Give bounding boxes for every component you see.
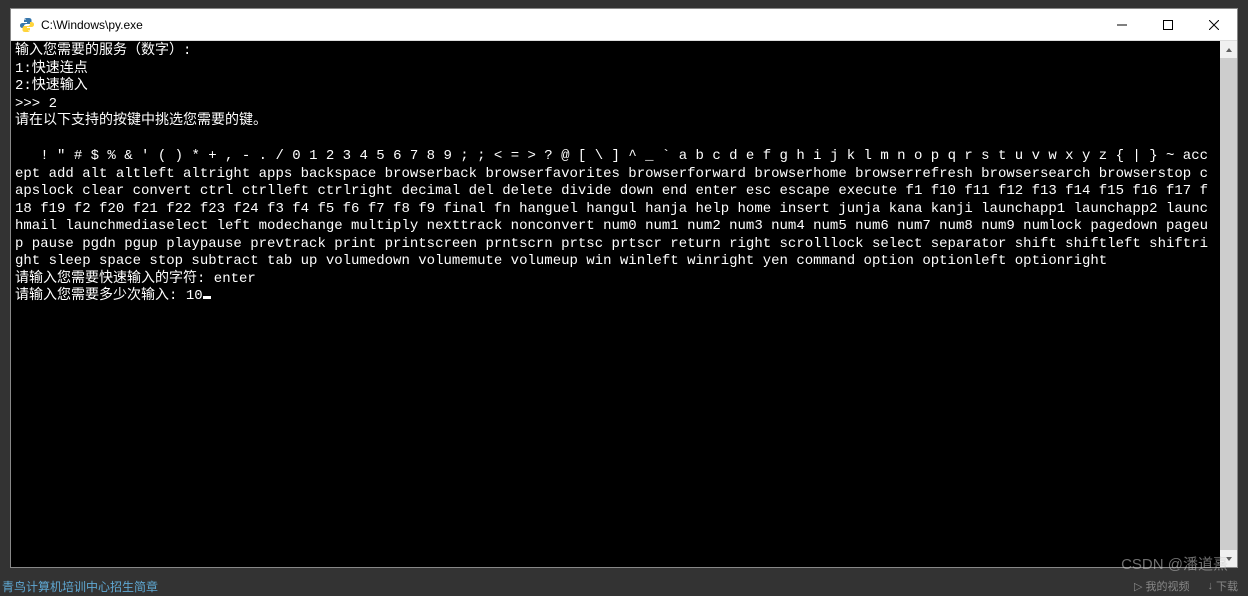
line-count-label: 请输入您需要多少次输入: bbox=[15, 288, 186, 304]
vertical-scrollbar[interactable] bbox=[1220, 41, 1237, 567]
cursor bbox=[203, 296, 211, 299]
window-controls bbox=[1099, 9, 1237, 41]
console-output[interactable]: 输入您需要的服务（数字）: 1:快速连点 2:快速输入 >>> 2 请在以下支持… bbox=[11, 41, 1220, 567]
scroll-thumb[interactable] bbox=[1220, 58, 1237, 550]
python-icon bbox=[19, 17, 35, 33]
taskbar-left-text[interactable]: 青鸟计算机培训中心招生简章 bbox=[0, 578, 158, 595]
taskbar-right: ▷ 我的视频 ↓ 下载 bbox=[1134, 578, 1238, 594]
taskbar-download[interactable]: ↓ 下载 bbox=[1208, 578, 1239, 594]
line-char-prompt: 请输入您需要快速输入的字符: enter bbox=[15, 271, 256, 287]
line-option-2: 2:快速输入 bbox=[15, 78, 88, 94]
line-service-prompt: 输入您需要的服务（数字）: bbox=[15, 43, 191, 59]
window-title: C:\Windows\py.exe bbox=[41, 18, 1099, 32]
scroll-up-button[interactable] bbox=[1220, 41, 1237, 58]
console-window: C:\Windows\py.exe 输入您需要的服务（数字）: 1:快速连点 2… bbox=[10, 8, 1238, 568]
line-input-prompt: >>> 2 bbox=[15, 96, 57, 112]
line-keys-intro: 请在以下支持的按键中挑选您需要的键。 bbox=[15, 113, 267, 129]
close-button[interactable] bbox=[1191, 9, 1237, 41]
line-count-value: 10 bbox=[186, 288, 203, 304]
keys-block: ! " # $ % & ' ( ) * + , - . / 0 1 2 3 4 … bbox=[15, 148, 1208, 269]
scroll-track[interactable] bbox=[1220, 58, 1237, 550]
taskbar-area: 青鸟计算机培训中心招生简章 bbox=[0, 576, 1248, 596]
maximize-button[interactable] bbox=[1145, 9, 1191, 41]
titlebar[interactable]: C:\Windows\py.exe bbox=[11, 9, 1237, 41]
taskbar-video[interactable]: ▷ 我的视频 bbox=[1134, 578, 1189, 594]
console-area: 输入您需要的服务（数字）: 1:快速连点 2:快速输入 >>> 2 请在以下支持… bbox=[11, 41, 1237, 567]
line-option-1: 1:快速连点 bbox=[15, 61, 88, 77]
minimize-button[interactable] bbox=[1099, 9, 1145, 41]
watermark: CSDN @潘道熹 bbox=[1121, 553, 1228, 574]
